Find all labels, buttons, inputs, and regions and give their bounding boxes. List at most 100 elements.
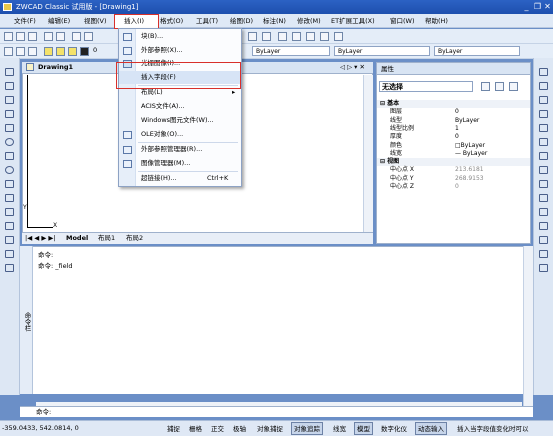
tool-palette-icon[interactable]	[306, 32, 315, 41]
ellipse-icon[interactable]	[5, 166, 14, 174]
design-center-icon[interactable]	[292, 32, 301, 41]
mtext-icon[interactable]	[5, 264, 14, 272]
digitizer-toggle[interactable]: 数字化仪	[378, 422, 410, 435]
lineweight-toggle[interactable]: 线宽	[330, 422, 349, 435]
point-icon[interactable]	[5, 208, 14, 216]
arc-icon[interactable]	[5, 124, 14, 132]
polar-toggle[interactable]: 极轴	[230, 422, 249, 435]
tab-model[interactable]: Model	[66, 233, 88, 244]
ortho-toggle[interactable]: 正交	[208, 422, 227, 435]
grid-toggle[interactable]: 栅格	[186, 422, 205, 435]
menu-item-acis[interactable]: ACIS文件(A)...	[119, 100, 241, 114]
cut-icon[interactable]	[72, 32, 81, 41]
menu-format[interactable]: 格式(O)	[160, 14, 183, 28]
lock-icon[interactable]	[68, 47, 77, 56]
layer-previous-icon[interactable]	[28, 47, 37, 56]
menu-item-block[interactable]: 块(B)...	[119, 30, 241, 44]
close-button[interactable]: ✕	[542, 1, 553, 12]
pan-icon[interactable]	[248, 32, 257, 41]
drawing-tab-controls[interactable]: ◁ ▷ ▾ ✕	[340, 62, 365, 73]
mirror-icon[interactable]	[539, 96, 548, 104]
copy-object-icon[interactable]	[539, 82, 548, 90]
vertical-scrollbar[interactable]	[363, 75, 373, 232]
hatch-icon[interactable]	[5, 222, 14, 230]
filter-icon[interactable]	[509, 82, 518, 91]
sun-icon[interactable]	[56, 47, 65, 56]
offset-icon[interactable]	[539, 110, 548, 118]
prop-row[interactable]: 图层 0	[377, 108, 530, 116]
quick-select-icon[interactable]	[481, 82, 490, 91]
prop-row[interactable]: 线型 ByLayer	[377, 117, 530, 125]
prop-row[interactable]: 中心点 X 213.6181	[377, 166, 530, 174]
menu-item-hyperlink[interactable]: 超链接(H)... Ctrl+K	[119, 172, 241, 186]
minimize-button[interactable]: _	[521, 1, 532, 12]
open-icon[interactable]	[16, 32, 25, 41]
tab-layout1[interactable]: 布局1	[98, 233, 115, 244]
dynamic-input-toggle[interactable]: 动态输入	[415, 422, 447, 435]
rectangle-icon[interactable]	[5, 110, 14, 118]
make-block-icon[interactable]	[5, 194, 14, 202]
osnap-toggle[interactable]: 对象捕捉	[254, 422, 286, 435]
menu-insert[interactable]: 插入(I)	[124, 14, 144, 28]
circle-icon[interactable]	[5, 138, 14, 146]
line-icon[interactable]	[5, 68, 14, 76]
break-icon[interactable]	[539, 222, 548, 230]
polyline-icon[interactable]	[5, 82, 14, 90]
section-basic[interactable]: ⊟ 基本	[377, 100, 530, 109]
select-objects-icon[interactable]	[495, 82, 504, 91]
otrack-toggle[interactable]: 对象追踪	[291, 422, 323, 435]
region-icon[interactable]	[5, 236, 14, 244]
properties-icon[interactable]	[278, 32, 287, 41]
menu-item-xref-manager[interactable]: 外部参照管理器(R)...	[119, 143, 241, 157]
prop-row[interactable]: 厚度 0	[377, 133, 530, 141]
zoom-icon[interactable]	[262, 32, 271, 41]
calc-icon[interactable]	[320, 32, 329, 41]
scale-icon[interactable]	[539, 166, 548, 174]
preview-icon[interactable]	[56, 32, 65, 41]
stretch-icon[interactable]	[539, 180, 548, 188]
command-history[interactable]	[20, 246, 533, 394]
fillet-icon[interactable]	[539, 250, 548, 258]
erase-icon[interactable]	[539, 68, 548, 76]
spline-icon[interactable]	[5, 152, 14, 160]
prop-row[interactable]: 中心点 Y 268.9153	[377, 175, 530, 183]
drawing-tab-title[interactable]: Drawing1	[38, 62, 73, 73]
move-icon[interactable]	[539, 138, 548, 146]
menu-item-xref[interactable]: 外部参照(X)...	[119, 44, 241, 58]
table-icon[interactable]	[5, 250, 14, 258]
menu-tools[interactable]: 工具(T)	[196, 14, 218, 28]
polygon-icon[interactable]	[5, 96, 14, 104]
menu-item-ole[interactable]: OLE对象(O)...	[119, 128, 241, 142]
menu-edit[interactable]: 编辑(E)	[48, 14, 70, 28]
snap-toggle[interactable]: 捕捉	[164, 422, 183, 435]
menu-dimension[interactable]: 标注(N)	[263, 14, 286, 28]
prop-row[interactable]: 颜色 □ByLayer	[377, 142, 530, 150]
explode-icon[interactable]	[539, 264, 548, 272]
prop-row[interactable]: 线型比例 1	[377, 125, 530, 133]
help-icon[interactable]	[334, 32, 343, 41]
menu-item-image-manager[interactable]: 图像管理器(M)...	[119, 157, 241, 171]
layer-manager-icon[interactable]	[4, 47, 13, 56]
copy-icon[interactable]	[84, 32, 93, 41]
layer-states-icon[interactable]	[16, 47, 25, 56]
layer-combo[interactable]: ByLayer	[252, 46, 330, 56]
save-icon[interactable]	[28, 32, 37, 41]
block-insert-icon[interactable]	[5, 180, 14, 188]
extend-icon[interactable]	[539, 208, 548, 216]
command-scrollbar[interactable]	[523, 246, 533, 406]
menu-draw[interactable]: 绘图(D)	[230, 14, 253, 28]
menu-et-tools[interactable]: ET扩展工具(X)	[331, 14, 375, 28]
menu-help[interactable]: 帮助(H)	[425, 14, 448, 28]
print-icon[interactable]	[44, 32, 53, 41]
chamfer-icon[interactable]	[539, 236, 548, 244]
menu-item-wmf[interactable]: Windows图元文件(W)...	[119, 114, 241, 128]
tab-layout2[interactable]: 布局2	[126, 233, 143, 244]
prop-row[interactable]: 中心点 Z 0	[377, 183, 530, 191]
array-icon[interactable]	[539, 124, 548, 132]
model-toggle[interactable]: 模型	[354, 422, 373, 435]
linetype-combo[interactable]: ByLayer	[334, 46, 430, 56]
prop-row[interactable]: 线宽 — ByLayer	[377, 150, 530, 158]
rotate-icon[interactable]	[539, 152, 548, 160]
menu-file[interactable]: 文件(F)	[14, 14, 36, 28]
menu-window[interactable]: 窗口(W)	[390, 14, 415, 28]
